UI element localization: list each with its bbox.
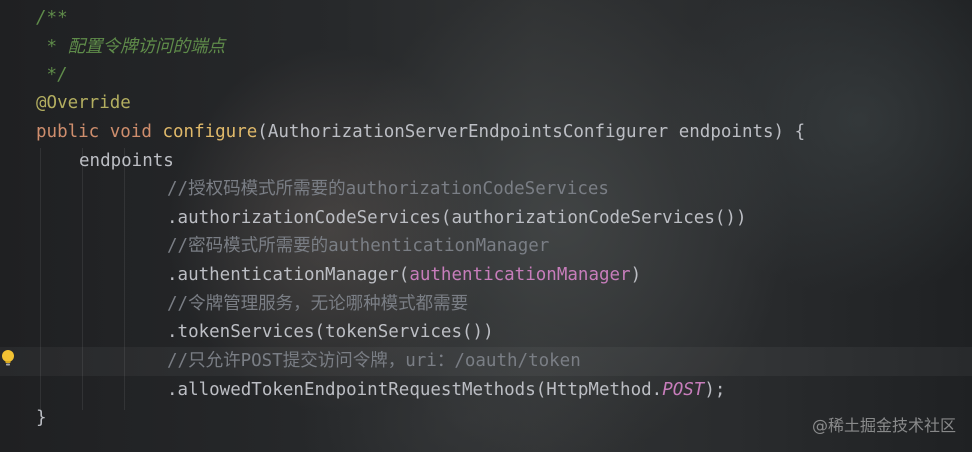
code-line[interactable]: //授权码模式所需要的authorizationCodeServices — [0, 175, 972, 204]
endpoints-identifier: endpoints — [79, 151, 174, 171]
doc-comment-close: */ — [36, 65, 68, 85]
keyword-public: public — [36, 122, 100, 142]
comment-token-services: //令牌管理服务，无论哪种模式都需要 — [167, 294, 469, 314]
call-authorization-code-services: .authorizationCodeServices(authorization… — [167, 208, 747, 228]
code-line-current[interactable]: //只允许POST提交访问令牌，uri：/oauth/token — [0, 347, 972, 376]
call-token-services: .tokenServices(tokenServices()) — [167, 322, 494, 342]
keyword-void: void — [109, 122, 152, 142]
doc-comment-text: * 配置令牌访问的端点 — [36, 37, 226, 57]
code-line[interactable]: /** — [0, 4, 972, 33]
code-line[interactable]: .authorizationCodeServices(authorization… — [0, 204, 972, 233]
code-line[interactable]: .tokenServices(tokenServices()) — [0, 318, 972, 347]
call-suffix: ); — [704, 380, 726, 400]
code-line[interactable]: public void configure(AuthorizationServe… — [0, 118, 972, 147]
closing-brace: } — [36, 408, 47, 428]
comment-auth-code: //授权码模式所需要的authorizationCodeServices — [167, 179, 609, 199]
code-line[interactable]: //令牌管理服务，无论哪种模式都需要 — [0, 290, 972, 319]
code-line[interactable]: */ — [0, 61, 972, 90]
comment-allowed-methods: //只允许POST提交访问令牌，uri：/oauth/token — [167, 351, 581, 371]
call-prefix: .authenticationManager( — [167, 265, 410, 285]
method-signature: public void configure(AuthorizationServe… — [36, 118, 805, 147]
code-editor[interactable]: /** * 配置令牌访问的端点 */ @Override public void… — [0, 0, 972, 452]
call-prefix: .allowedTokenEndpointRequestMethods(Http… — [167, 380, 663, 400]
method-name: configure — [162, 122, 258, 142]
code-line[interactable]: .allowedTokenEndpointRequestMethods(Http… — [0, 376, 972, 405]
doc-comment-open: /** — [36, 8, 68, 28]
field-authentication-manager: authenticationManager — [409, 265, 631, 285]
post-constant: POST — [662, 380, 705, 400]
lightbulb-icon[interactable] — [0, 349, 16, 367]
call-allowed-methods: .allowedTokenEndpointRequestMethods(Http… — [167, 376, 725, 405]
override-annotation: @Override — [36, 93, 131, 113]
code-line[interactable]: * 配置令牌访问的端点 — [0, 33, 972, 62]
comment-password-mode: //密码模式所需要的authenticationManager — [167, 236, 550, 256]
code-line[interactable]: //密码模式所需要的authenticationManager — [0, 232, 972, 261]
call-authentication-manager: .authenticationManager(authenticationMan… — [167, 261, 641, 290]
close-paren: ) — [630, 265, 642, 285]
code-line[interactable]: @Override — [0, 89, 972, 118]
code-line[interactable]: endpoints — [0, 147, 972, 176]
method-params: (AuthorizationServerEndpointsConfigurer … — [257, 122, 806, 142]
code-line[interactable]: .authenticationManager(authenticationMan… — [0, 261, 972, 290]
watermark: @稀土掘金技术社区 — [811, 416, 956, 435]
